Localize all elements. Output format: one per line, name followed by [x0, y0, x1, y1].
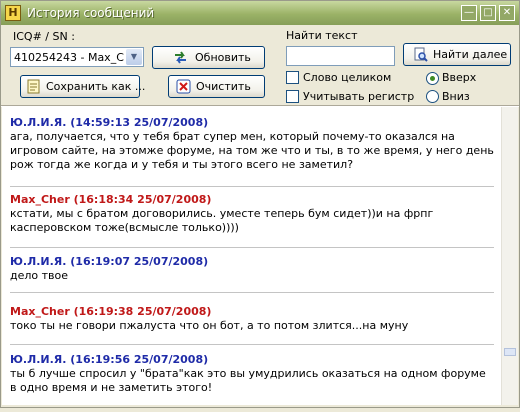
- direction-down-radio[interactable]: [426, 90, 439, 103]
- match-case-checkbox[interactable]: [286, 90, 299, 103]
- message-header: Max_Cher (16:19:38 25/07/2008): [10, 305, 212, 318]
- window-title: История сообщений: [27, 6, 155, 20]
- find-icon: [414, 47, 428, 62]
- message-item: Max_Cher (16:18:34 25/07/2008) кстати, м…: [10, 193, 494, 235]
- scrollbar-thumb[interactable]: [504, 348, 516, 356]
- message-item: Max_Cher (16:19:38 25/07/2008) токо ты н…: [10, 305, 494, 333]
- message-log-scrollbar[interactable]: [501, 107, 518, 405]
- message-separator: [10, 186, 494, 187]
- direction-up-label: Вверх: [442, 71, 477, 84]
- maximize-icon[interactable]: □: [480, 5, 496, 21]
- window-right-edge: [520, 0, 524, 412]
- whole-word-checkbox[interactable]: [286, 71, 299, 84]
- message-text: кстати, мы с братом договорились. уместе…: [10, 207, 434, 234]
- save-as-button[interactable]: Сохранить как ...: [20, 75, 145, 98]
- chevron-down-icon[interactable]: ▼: [126, 49, 142, 65]
- whole-word-label: Слово целиком: [303, 71, 392, 84]
- app-icon: H: [5, 5, 21, 21]
- title-bar[interactable]: H История сообщений — □ ✕: [1, 1, 519, 25]
- contact-select[interactable]: 410254243 - Max_Cher ▼: [10, 47, 144, 67]
- message-separator: [10, 344, 494, 345]
- message-item: Ю.Л.И.Я. (16:19:07 25/07/2008) дело твое: [10, 255, 494, 283]
- contact-label: ICQ# / SN :: [13, 30, 75, 43]
- find-next-button-label: Найти далее: [433, 48, 508, 61]
- window-bottom-edge: [0, 408, 524, 412]
- clear-button[interactable]: Очистить: [168, 75, 265, 98]
- match-case-label: Учитывать регистр: [303, 90, 415, 103]
- save-as-button-label: Сохранить как ...: [46, 80, 146, 93]
- message-item: Ю.Л.И.Я. (16:19:56 25/07/2008) ты б лучш…: [10, 353, 494, 395]
- message-separator: [10, 292, 494, 293]
- minimize-icon[interactable]: —: [461, 5, 477, 21]
- search-label: Найти текст: [286, 29, 358, 42]
- message-text: токо ты не говори пжалуста что он бот, а…: [10, 319, 409, 332]
- refresh-button-label: Обновить: [195, 51, 251, 64]
- message-header: Ю.Л.И.Я. (14:59:13 25/07/2008): [10, 116, 209, 129]
- find-next-button[interactable]: Найти далее: [403, 43, 511, 66]
- message-header: Max_Cher (16:18:34 25/07/2008): [10, 193, 212, 206]
- direction-down-label: Вниз: [442, 90, 470, 103]
- message-log[interactable]: Ю.Л.И.Я. (14:59:13 25/07/2008) ага, полу…: [2, 107, 518, 405]
- message-separator: [10, 247, 494, 248]
- refresh-icon: [175, 51, 186, 64]
- close-icon[interactable]: ✕: [499, 5, 515, 21]
- clear-button-label: Очистить: [196, 80, 251, 93]
- message-item: Ю.Л.И.Я. (14:59:13 25/07/2008) ага, полу…: [10, 116, 494, 172]
- direction-up-radio[interactable]: [426, 72, 439, 85]
- search-input[interactable]: [286, 46, 395, 66]
- message-text: дело твое: [10, 269, 69, 282]
- document-icon: [27, 79, 40, 94]
- refresh-button[interactable]: Обновить: [152, 46, 265, 69]
- message-header: Ю.Л.И.Я. (16:19:56 25/07/2008): [10, 353, 209, 366]
- delete-icon: [176, 79, 191, 94]
- message-text: ага, получается, что у тебя брат супер м…: [10, 130, 494, 171]
- contact-select-value: 410254243 - Max_Cher: [14, 51, 124, 64]
- message-header: Ю.Л.И.Я. (16:19:07 25/07/2008): [10, 255, 209, 268]
- history-window: H История сообщений — □ ✕ ICQ# / SN : 41…: [0, 0, 520, 408]
- message-text: ты б лучше спросил у "брата"как это вы у…: [10, 367, 486, 394]
